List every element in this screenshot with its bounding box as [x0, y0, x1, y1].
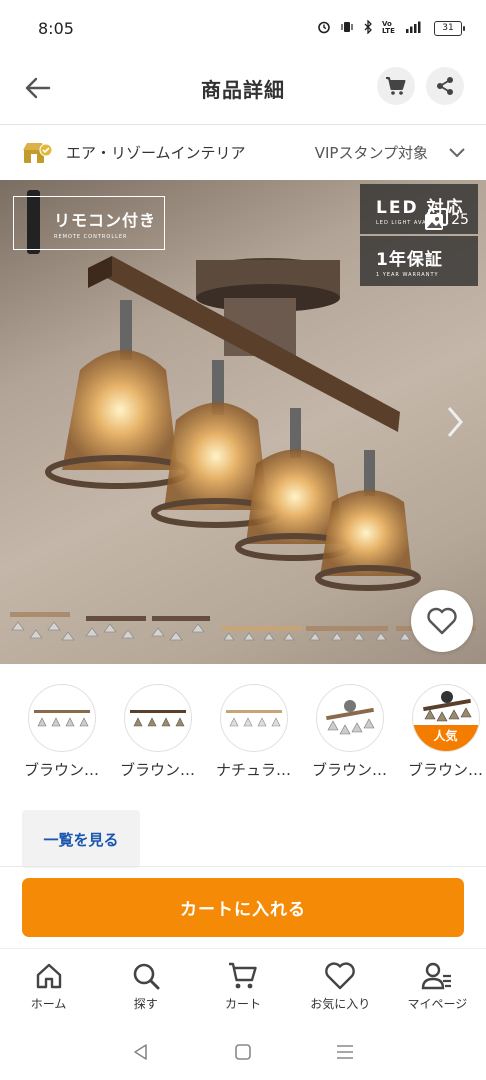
- variant-thumbnail: [27, 684, 96, 752]
- warranty-badge-text: 1年保証: [376, 249, 443, 270]
- heart-icon: [427, 607, 457, 635]
- variant-label: ブラウン…: [312, 761, 387, 779]
- system-home-icon[interactable]: [233, 1042, 253, 1062]
- person-icon: [422, 962, 452, 989]
- variant-thumbnail: 人気: [411, 684, 480, 752]
- header-cart-button[interactable]: [377, 67, 415, 105]
- bottom-nav: ホーム 探す カート お気に入り マイページ: [0, 948, 486, 1023]
- shop-row[interactable]: エア・リゾームインテリア VIPスタンプ対象: [0, 124, 486, 180]
- chevron-right-icon: [447, 407, 463, 437]
- product-image-carousel[interactable]: リモコン付き REMOTE CONTROLLER LED 対応 LED LIGH…: [0, 180, 486, 664]
- nav-favorites[interactable]: お気に入り: [292, 949, 389, 1023]
- shop-name: エア・リゾームインテリア: [66, 144, 246, 162]
- carousel-next-button[interactable]: [440, 402, 470, 442]
- share-button[interactable]: [426, 67, 464, 105]
- search-icon: [133, 963, 160, 989]
- gallery-counter[interactable]: 25: [418, 200, 474, 240]
- vibrate-icon: [340, 20, 354, 37]
- variant-label: ブラウン…: [120, 761, 195, 779]
- back-button[interactable]: [20, 70, 56, 106]
- lamp-thumbnail-icon: [33, 710, 90, 727]
- nav-mypage[interactable]: マイページ: [389, 949, 486, 1023]
- bluetooth-icon: [363, 18, 373, 37]
- variant-thumbnail: [123, 684, 192, 752]
- status-time: 8:05: [38, 18, 74, 38]
- nav-home[interactable]: ホーム: [0, 949, 97, 1023]
- variant-option[interactable]: ナチュラ…: [216, 684, 291, 784]
- favorite-button[interactable]: [411, 590, 473, 652]
- variant-option[interactable]: ブラウン…: [312, 684, 387, 784]
- status-icons: Vo LTE 31: [317, 18, 465, 37]
- divider: [0, 866, 486, 867]
- volte-icon: Vo LTE: [382, 20, 395, 35]
- warranty-badge: 1年保証 1 YEAR WARRANTY: [360, 236, 478, 286]
- lamp-thumbnail-icon: [325, 700, 375, 735]
- vip-stamp-label: VIPスタンプ対象: [314, 144, 428, 162]
- system-back-icon[interactable]: [131, 1042, 151, 1062]
- header: 商品詳細: [0, 56, 486, 120]
- page-title: 商品詳細: [201, 77, 285, 102]
- nav-label: ホーム: [30, 996, 67, 1011]
- variant-thumbnail: [315, 684, 384, 752]
- nav-label: お気に入り: [310, 996, 371, 1011]
- system-recents-icon[interactable]: [335, 1042, 355, 1062]
- see-all-variants-button[interactable]: 一覧を見る: [22, 810, 140, 868]
- status-bar: 8:05 Vo LTE 31: [0, 0, 486, 56]
- lamp-thumbnail-icon: [422, 691, 472, 722]
- shop-icon: [23, 142, 52, 163]
- variant-option[interactable]: ブラウン…: [120, 684, 195, 784]
- popular-badge: 人気: [412, 725, 479, 751]
- nav-cart[interactable]: カート: [194, 949, 291, 1023]
- variant-option[interactable]: 人気 ブラウン…: [408, 684, 483, 784]
- variant-label: ブラウン…: [408, 761, 483, 779]
- variant-thumbnail: [219, 684, 288, 752]
- remote-badge-text: リモコン付き: [54, 210, 157, 230]
- cart-icon: [229, 962, 257, 988]
- variant-label: ナチュラ…: [216, 761, 291, 779]
- cart-icon: [386, 77, 406, 95]
- signal-icon: [405, 20, 425, 37]
- share-icon: [437, 77, 453, 95]
- battery-icon: 31: [434, 20, 465, 36]
- variant-option[interactable]: ブラウン…: [24, 684, 99, 784]
- arrow-left-icon: [25, 77, 51, 99]
- nav-label: 探す: [133, 996, 158, 1011]
- lamp-thumbnail-icon: [129, 710, 186, 727]
- variant-label: ブラウン…: [24, 761, 99, 779]
- add-to-cart-button[interactable]: カートに入れる: [22, 878, 464, 937]
- warranty-badge-subtext: 1 YEAR WARRANTY: [376, 271, 439, 278]
- gallery-count: 25: [451, 212, 469, 228]
- remote-badge-subtext: REMOTE CONTROLLER: [54, 233, 128, 240]
- remote-badge: リモコン付き REMOTE CONTROLLER: [13, 196, 165, 250]
- home-icon: [36, 963, 61, 988]
- system-nav-bar: [0, 1023, 486, 1080]
- alarm-icon: [317, 20, 331, 37]
- variant-list: ブラウン… ブラウン… ナチュラ… ブラウン… 人気 ブラウン…: [24, 684, 483, 784]
- nav-label: マイページ: [407, 996, 468, 1011]
- nav-label: カート: [225, 996, 262, 1011]
- heart-icon: [325, 961, 356, 989]
- battery-level: 31: [442, 23, 454, 33]
- chevron-down-icon: [449, 147, 465, 157]
- lamp-thumbnail-icon: [225, 710, 282, 727]
- gallery-icon: [425, 208, 449, 230]
- nav-search[interactable]: 探す: [97, 949, 194, 1023]
